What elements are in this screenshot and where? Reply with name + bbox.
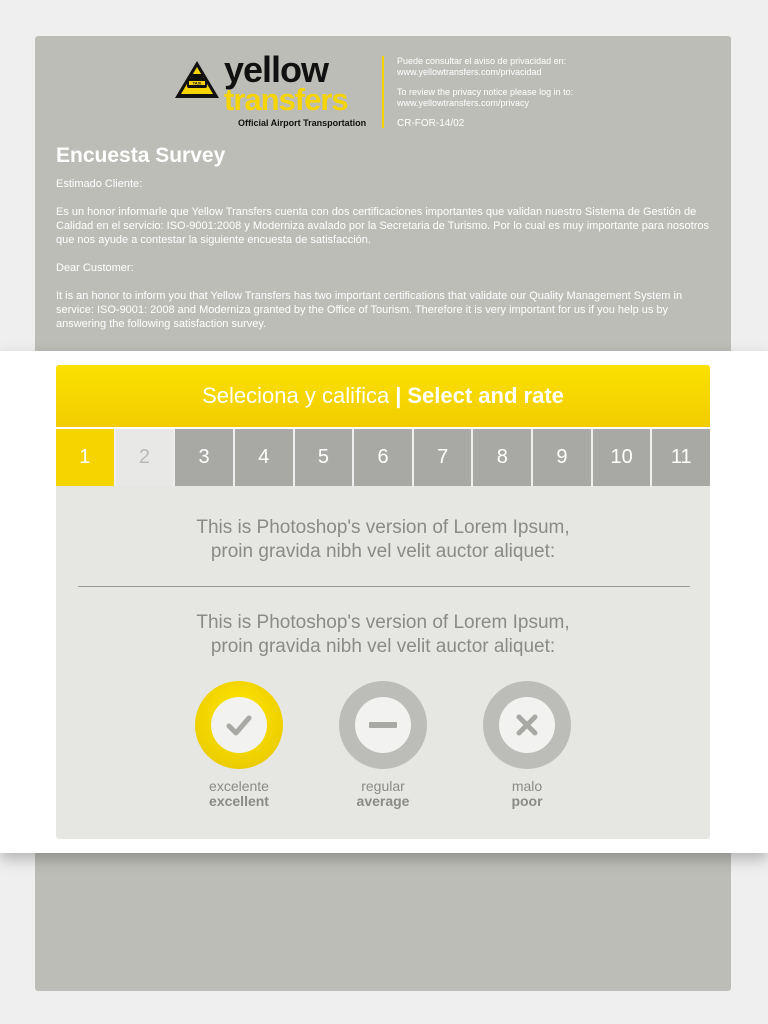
brand-name-bottom: transfers <box>224 82 349 117</box>
rating-header-en: Select and rate <box>407 383 564 408</box>
question-tab-11[interactable]: 11 <box>652 429 710 486</box>
option-average-label-en: average <box>356 793 410 809</box>
question-tab-4[interactable]: 4 <box>234 429 295 486</box>
rating-header-separator: | <box>395 383 402 408</box>
option-average-button[interactable]: regular average <box>308 681 458 809</box>
question-tabs: 1 2 3 4 5 6 7 8 9 10 11 <box>56 427 710 486</box>
privacy-es-line: Puede consultar el aviso de privacidad e… <box>397 56 567 66</box>
option-poor-circle[interactable] <box>483 681 571 769</box>
minus-icon <box>369 722 397 728</box>
option-poor-label-en: poor <box>511 793 543 809</box>
check-icon <box>226 715 252 736</box>
option-excellent-inner <box>211 697 267 753</box>
question-tab-9[interactable]: 9 <box>533 429 593 486</box>
body-en: It is an honor to inform you that Yellow… <box>56 290 683 330</box>
question-tab-2[interactable]: 2 <box>115 429 176 486</box>
question-tab-7[interactable]: 7 <box>413 429 474 486</box>
rating-modal: Seleciona y califica | Select and rate 1… <box>0 351 768 853</box>
privacy-es-url[interactable]: www.yellowtransfers.com/privacidad <box>397 67 617 78</box>
greeting-es: Estimado Cliente: <box>56 178 143 190</box>
option-average-circle[interactable] <box>339 681 427 769</box>
option-poor-button[interactable]: malo poor <box>452 681 602 809</box>
privacy-en-url[interactable]: www.yellowtransfers.com/privacy <box>397 98 617 109</box>
taxi-badge-icon: TAXI <box>175 61 219 98</box>
option-poor-label-es: malo <box>511 778 543 794</box>
privacy-en-line: To review the privacy notice please log … <box>397 87 574 97</box>
x-icon <box>516 714 538 736</box>
question-tab-3[interactable]: 3 <box>175 429 235 486</box>
question-tab-5[interactable]: 5 <box>294 429 355 486</box>
rating-card: Seleciona y califica | Select and rate 1… <box>56 365 710 839</box>
brand-tagline: Official Airport Transportation <box>238 118 367 128</box>
option-excellent-button[interactable]: excelente excellent <box>164 681 314 809</box>
option-excellent-label-en: excellent <box>209 793 269 809</box>
privacy-notice: Puede consultar el aviso de privacidad e… <box>397 56 617 129</box>
option-poor-inner <box>499 697 555 753</box>
option-excellent-circle[interactable] <box>195 681 283 769</box>
question-current: This is Photoshop's version of Lorem Ips… <box>56 611 710 659</box>
question-divider <box>78 586 690 587</box>
question-previous-line1: This is Photoshop's version of Lorem Ips… <box>196 517 570 538</box>
page-title: Encuesta Survey <box>56 144 226 167</box>
question-previous-line2: proin gravida nibh vel velit auctor aliq… <box>210 541 556 562</box>
question-tab-6[interactable]: 6 <box>354 429 414 486</box>
question-tab-8[interactable]: 8 <box>473 429 534 486</box>
option-average-inner <box>355 697 411 753</box>
option-average-label-es: regular <box>361 778 405 794</box>
rating-header: Seleciona y califica | Select and rate <box>56 365 710 427</box>
question-tab-1[interactable]: 1 <box>56 429 116 486</box>
question-tab-10[interactable]: 10 <box>592 429 653 486</box>
rating-header-es: Seleciona y califica <box>202 383 390 408</box>
question-previous: This is Photoshop's version of Lorem Ips… <box>56 516 710 564</box>
greeting-en: Dear Customer: <box>56 262 134 274</box>
yellow-transfers-logo: TAXI yellow transfers Official Airport T… <box>174 52 374 132</box>
header: TAXI yellow transfers Official Airport T… <box>35 36 731 146</box>
form-code: CR-FOR-14/02 <box>397 118 465 129</box>
svg-text:TAXI: TAXI <box>193 81 202 86</box>
logo-divider <box>382 56 384 128</box>
question-current-line2: proin gravida nibh vel velit auctor aliq… <box>210 636 556 657</box>
body-es: Es un honor informarle que Yellow Transf… <box>56 206 710 246</box>
question-current-line1: This is Photoshop's version of Lorem Ips… <box>196 612 570 633</box>
survey-intro: Estimado Cliente: Es un honor informarle… <box>56 177 716 345</box>
option-excellent-label-es: excelente <box>209 778 269 794</box>
rating-options: excelente excellent regular average malo… <box>56 681 710 809</box>
